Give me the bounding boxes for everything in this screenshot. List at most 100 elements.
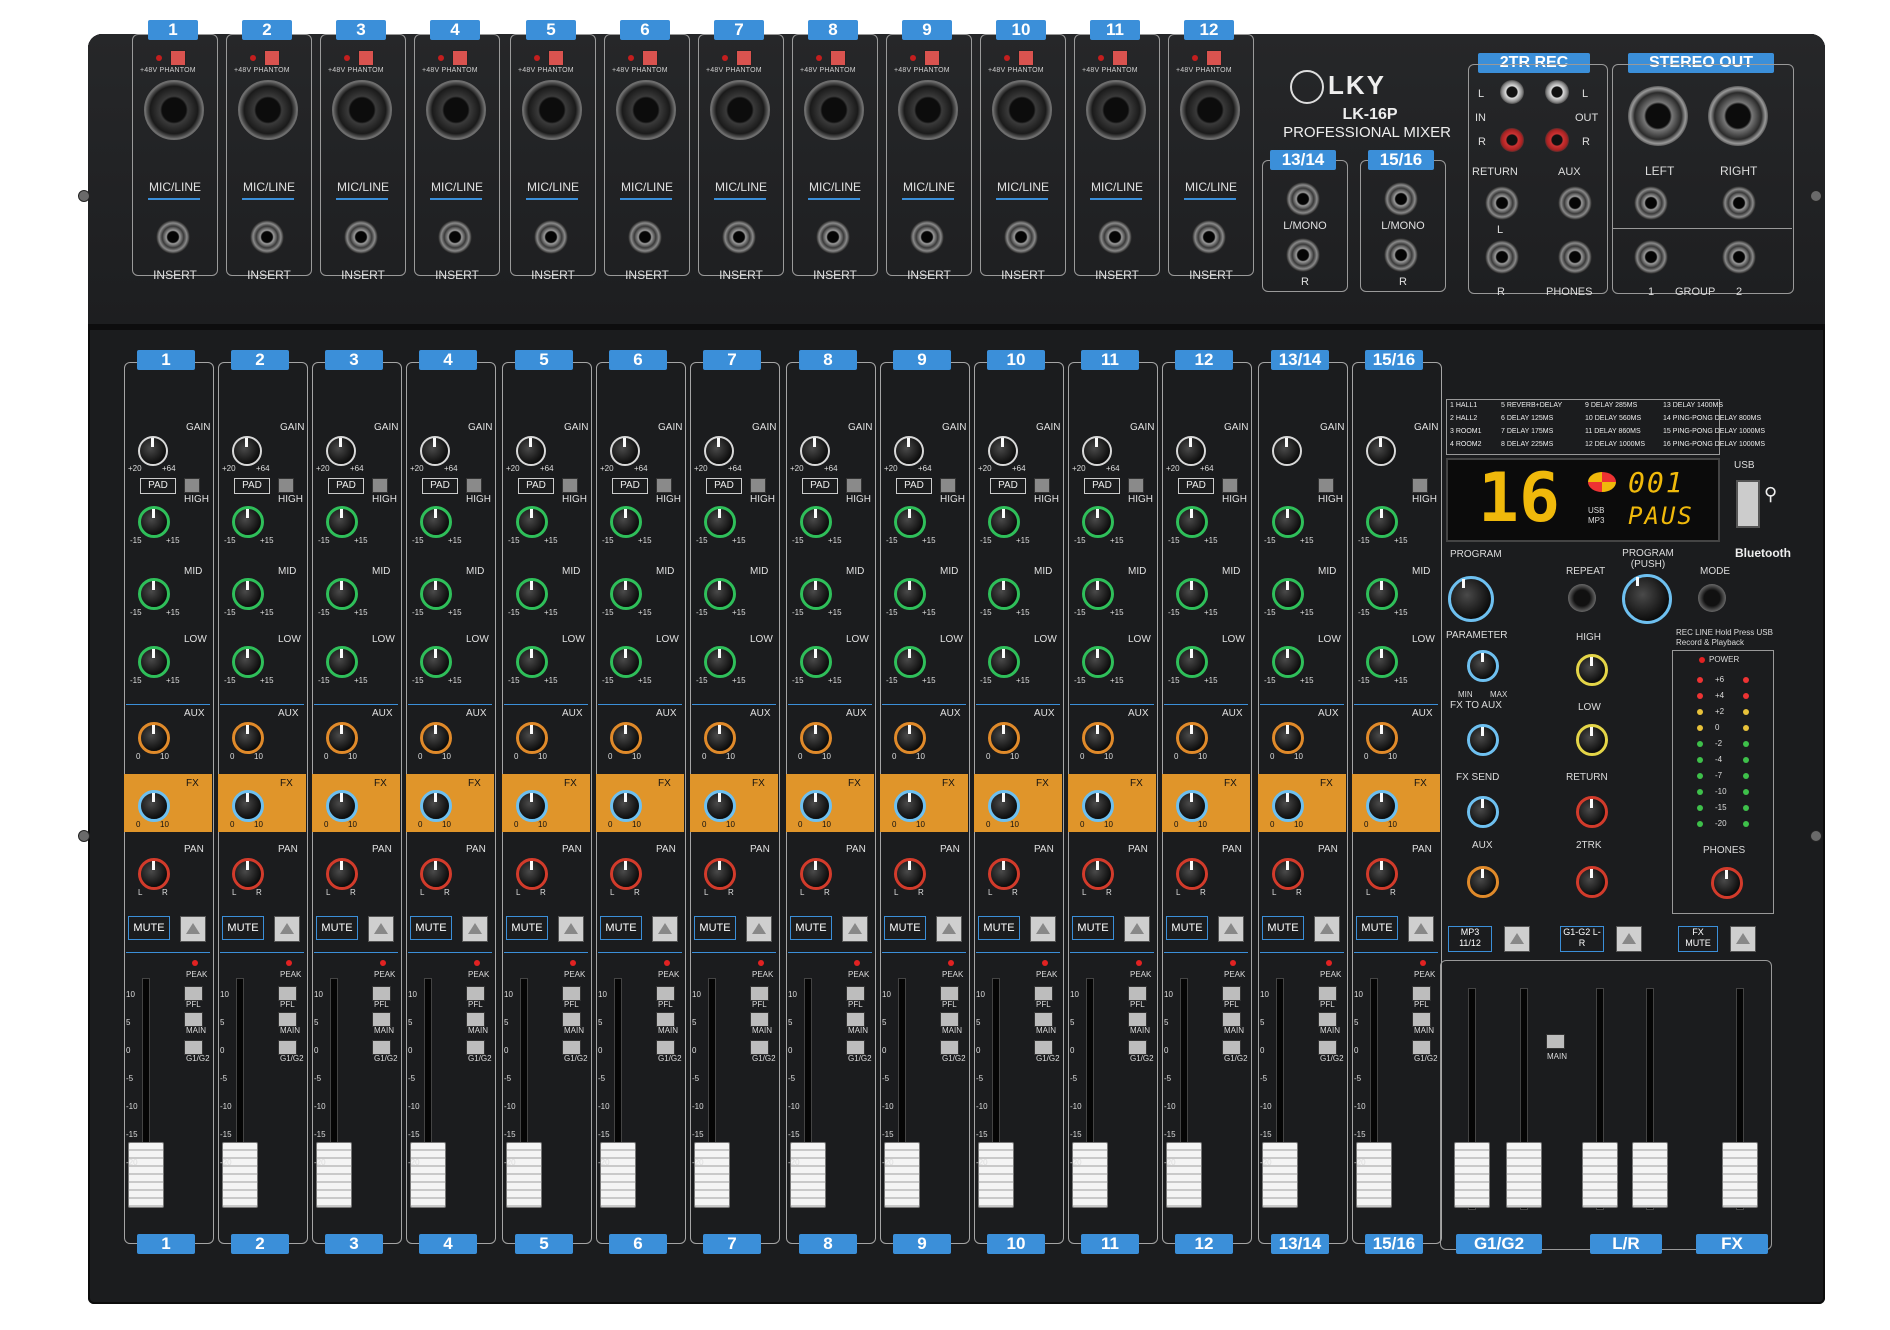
mute-select-button[interactable] xyxy=(1314,916,1340,942)
xlr-combo-jack[interactable] xyxy=(1180,80,1240,140)
mute-button[interactable]: MUTE xyxy=(506,916,548,940)
phantom-switch[interactable] xyxy=(264,50,280,66)
eq-mid-knob[interactable] xyxy=(1366,578,1398,610)
fx-knob[interactable] xyxy=(704,790,736,822)
fx-send-knob[interactable] xyxy=(1467,796,1499,828)
aux-out-jack[interactable] xyxy=(1558,186,1592,220)
fx-knob[interactable] xyxy=(326,790,358,822)
eq-low-knob[interactable] xyxy=(1272,646,1304,678)
pan-knob[interactable] xyxy=(610,858,642,890)
mute-select-button[interactable] xyxy=(558,916,584,942)
phones-jack[interactable] xyxy=(1558,240,1592,274)
gain-knob[interactable] xyxy=(232,436,262,466)
xlr-out-right[interactable] xyxy=(1708,86,1768,146)
pan-knob[interactable] xyxy=(894,858,926,890)
gain-knob[interactable] xyxy=(894,436,924,466)
g1g2-button[interactable] xyxy=(466,1040,485,1055)
channel-fader[interactable] xyxy=(978,1142,1014,1208)
fx-knob[interactable] xyxy=(894,790,926,822)
master-low-knob[interactable] xyxy=(1576,724,1608,756)
pfl-button[interactable] xyxy=(750,986,769,1001)
mp3-button[interactable]: MP3 11/12 xyxy=(1448,926,1492,952)
channel-fader[interactable] xyxy=(790,1142,826,1208)
usb-port[interactable] xyxy=(1736,480,1760,528)
l-fader[interactable] xyxy=(1582,1142,1618,1208)
phantom-switch[interactable] xyxy=(1112,50,1128,66)
insert-jack[interactable] xyxy=(1192,220,1226,254)
insert-jack[interactable] xyxy=(910,220,944,254)
pfl-button[interactable] xyxy=(466,986,485,1001)
eq-low-knob[interactable] xyxy=(420,646,452,678)
aux-knob[interactable] xyxy=(1176,722,1208,754)
pan-knob[interactable] xyxy=(1176,858,1208,890)
main-button[interactable] xyxy=(1034,1012,1053,1027)
channel-fader[interactable] xyxy=(222,1142,258,1208)
main-button[interactable] xyxy=(846,1012,865,1027)
mute-button[interactable]: MUTE xyxy=(790,916,832,940)
aux-knob[interactable] xyxy=(232,722,264,754)
pan-knob[interactable] xyxy=(326,858,358,890)
pad-button[interactable] xyxy=(1222,478,1238,493)
xlr-out-left[interactable] xyxy=(1628,86,1688,146)
parameter-knob[interactable] xyxy=(1467,650,1499,682)
main-assign-button[interactable] xyxy=(1546,1034,1565,1049)
xlr-combo-jack[interactable] xyxy=(710,80,770,140)
fx-knob[interactable] xyxy=(1176,790,1208,822)
mute-select-button[interactable] xyxy=(652,916,678,942)
fx-knob[interactable] xyxy=(232,790,264,822)
insert-jack[interactable] xyxy=(1004,220,1038,254)
eq-low-knob[interactable] xyxy=(1366,646,1398,678)
xlr-combo-jack[interactable] xyxy=(144,80,204,140)
pan-knob[interactable] xyxy=(1272,858,1304,890)
eq-high-knob[interactable] xyxy=(516,506,548,538)
eq-high-knob[interactable] xyxy=(610,506,642,538)
group-1-jack[interactable] xyxy=(1634,240,1668,274)
eq-mid-knob[interactable] xyxy=(800,578,832,610)
fx-knob[interactable] xyxy=(138,790,170,822)
gain-knob[interactable] xyxy=(988,436,1018,466)
pfl-button[interactable] xyxy=(940,986,959,1001)
main-button[interactable] xyxy=(1222,1012,1241,1027)
xlr-combo-jack[interactable] xyxy=(426,80,486,140)
eq-low-knob[interactable] xyxy=(988,646,1020,678)
channel-fader[interactable] xyxy=(884,1142,920,1208)
channel-fader[interactable] xyxy=(600,1142,636,1208)
phantom-switch[interactable] xyxy=(358,50,374,66)
master-aux-knob[interactable] xyxy=(1467,866,1499,898)
mute-button[interactable]: MUTE xyxy=(316,916,358,940)
g2-fader[interactable] xyxy=(1506,1142,1542,1208)
eq-mid-knob[interactable] xyxy=(894,578,926,610)
mute-select-button[interactable] xyxy=(1124,916,1150,942)
insert-jack[interactable] xyxy=(628,220,662,254)
aux-knob[interactable] xyxy=(1366,722,1398,754)
phantom-switch[interactable] xyxy=(452,50,468,66)
aux-knob[interactable] xyxy=(1272,722,1304,754)
pad-button[interactable] xyxy=(466,478,482,493)
xlr-combo-jack[interactable] xyxy=(1086,80,1146,140)
gain-knob[interactable] xyxy=(1176,436,1206,466)
main-button[interactable] xyxy=(750,1012,769,1027)
pad-button[interactable] xyxy=(940,478,956,493)
eq-high-knob[interactable] xyxy=(1366,506,1398,538)
fx-knob[interactable] xyxy=(988,790,1020,822)
eq-low-knob[interactable] xyxy=(1082,646,1114,678)
eq-high-knob[interactable] xyxy=(138,506,170,538)
mute-select-button[interactable] xyxy=(746,916,772,942)
channel-fader[interactable] xyxy=(506,1142,542,1208)
fx-knob[interactable] xyxy=(1366,790,1398,822)
mute-select-button[interactable] xyxy=(1030,916,1056,942)
g1g2-button[interactable] xyxy=(1318,1040,1337,1055)
main-button[interactable] xyxy=(1128,1012,1147,1027)
pfl-button[interactable] xyxy=(562,986,581,1001)
mute-button[interactable]: MUTE xyxy=(694,916,736,940)
mute-button[interactable]: MUTE xyxy=(884,916,926,940)
aux-knob[interactable] xyxy=(704,722,736,754)
main-button[interactable] xyxy=(1412,1012,1431,1027)
aux-knob[interactable] xyxy=(1082,722,1114,754)
eq-low-knob[interactable] xyxy=(800,646,832,678)
gain-knob[interactable] xyxy=(704,436,734,466)
insert-jack[interactable] xyxy=(722,220,756,254)
insert-jack[interactable] xyxy=(1098,220,1132,254)
pad-button[interactable] xyxy=(1034,478,1050,493)
eq-low-knob[interactable] xyxy=(326,646,358,678)
